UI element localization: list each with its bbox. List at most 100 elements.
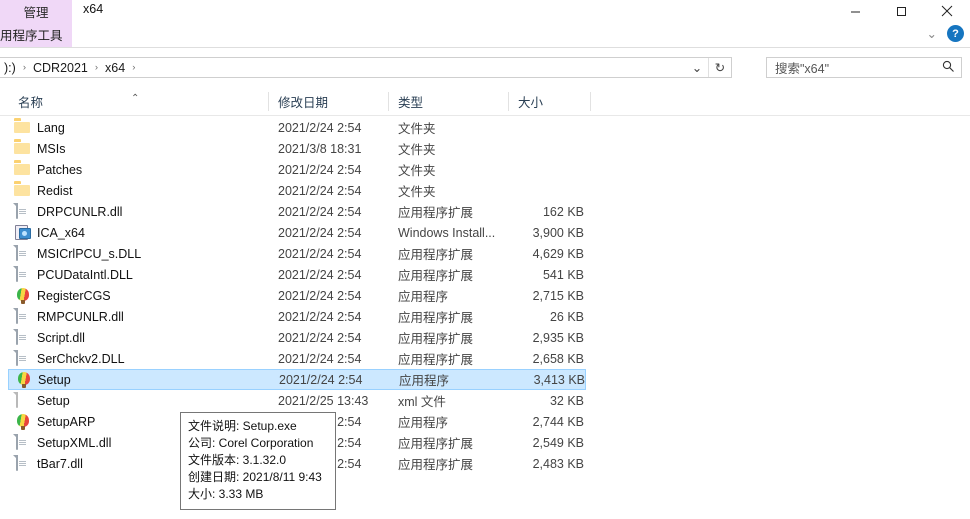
file-icon-wrap <box>14 141 30 157</box>
address-history-dropdown-icon[interactable]: ⌄ <box>686 58 708 77</box>
file-name: Redist <box>37 183 73 198</box>
file-size: 32 KB <box>549 393 584 408</box>
dll-file-icon <box>16 328 18 345</box>
file-icon-wrap <box>14 433 30 451</box>
contextual-tab-manage[interactable]: 管理 <box>0 0 72 22</box>
help-icon[interactable]: ? <box>947 25 964 42</box>
file-row[interactable]: Lang 2021/2/24 2:54 文件夹 <box>8 117 586 138</box>
search-icon <box>942 60 955 76</box>
dll-file-icon <box>16 202 18 219</box>
breadcrumb-separator-icon: › <box>94 62 99 73</box>
address-bar-buttons: ⌄ ↻ <box>686 58 731 77</box>
file-name: tBar7.dll <box>37 456 83 471</box>
file-date: 2021/2/24 2:54 <box>278 309 362 324</box>
file-date: 2021/2/24 2:54 <box>278 267 362 282</box>
file-date: 2021/2/24 2:54 <box>278 288 362 303</box>
file-row[interactable]: Setup 2021/2/24 2:54 应用程序 3,413 KB <box>8 369 586 390</box>
file-date: 2021/2/24 2:54 <box>278 351 362 366</box>
file-icon-wrap <box>14 120 30 136</box>
ribbon-right-controls: ⌄ ? <box>927 25 964 42</box>
breadcrumb-separator-icon[interactable]: › <box>130 62 137 73</box>
window-controls <box>832 0 970 22</box>
file-row[interactable]: ICA_x64 2021/2/24 2:54 Windows Install... 3… <box>8 222 586 243</box>
file-date: 2021/2/24 2:54 <box>278 330 362 345</box>
file-row[interactable]: Redist 2021/2/24 2:54 文件夹 <box>8 180 586 201</box>
file-size: 2,658 KB <box>532 351 584 366</box>
maximize-button[interactable] <box>878 0 924 22</box>
breadcrumb-item-x64[interactable]: x64 <box>100 61 130 75</box>
file-icon-wrap <box>15 371 31 388</box>
refresh-icon[interactable]: ↻ <box>709 58 731 77</box>
file-size: 2,744 KB <box>532 414 584 429</box>
contextual-subtab-label: 用程序工具 <box>0 29 63 43</box>
breadcrumb-separator-icon: › <box>22 62 26 73</box>
file-date: 2021/2/24 2:54 <box>279 372 363 387</box>
tooltip-line: 公司: Corel Corporation <box>188 436 314 450</box>
dll-file-icon <box>16 454 18 471</box>
file-name: RMPCUNLR.dll <box>37 309 124 324</box>
tooltip-line: 大小: 3.33 MB <box>188 487 264 501</box>
file-size: 3,413 KB <box>533 372 585 387</box>
address-bar[interactable]: ):) › CDR2021 › x64 › ⌄ ↻ <box>0 57 732 78</box>
breadcrumb-item-cdr2021[interactable]: CDR2021 <box>28 61 93 75</box>
file-size: 2,483 KB <box>532 456 584 471</box>
file-row[interactable]: MSIs 2021/3/8 18:31 文件夹 <box>8 138 586 159</box>
column-divider[interactable] <box>590 92 591 111</box>
dll-file-icon <box>16 265 18 282</box>
search-input[interactable]: 搜索"x64" <box>766 57 962 78</box>
file-date: 2021/2/24 2:54 <box>278 183 362 198</box>
file-row[interactable]: DRPCUNLR.dll 2021/2/24 2:54 应用程序扩展 162 KB <box>8 201 586 222</box>
column-header-row: 名称 ⌃ 修改日期 类型 大小 <box>0 88 970 115</box>
file-name: SetupXML.dll <box>37 435 112 450</box>
file-icon-wrap <box>14 287 30 304</box>
file-name: Lang <box>37 120 65 135</box>
minimize-button[interactable] <box>832 0 878 22</box>
column-header-size[interactable]: 大小 <box>508 88 590 115</box>
file-type: 文件夹 <box>398 122 436 136</box>
breadcrumb: ):) › CDR2021 › x64 › <box>0 58 137 77</box>
file-icon-wrap <box>14 202 30 220</box>
file-row[interactable]: RegisterCGS 2021/2/24 2:54 应用程序 2,715 KB <box>8 285 586 306</box>
file-row[interactable]: MSICrlPCU_s.DLL 2021/2/24 2:54 应用程序扩展 4,629… <box>8 243 586 264</box>
file-name: MSICrlPCU_s.DLL <box>37 246 142 261</box>
file-list: Lang 2021/2/24 2:54 文件夹 MSIs 2021/3/8 18:31 文… <box>0 117 970 519</box>
address-bar-row: ):) › CDR2021 › x64 › ⌄ ↻ 搜索"x64" <box>0 48 970 85</box>
file-size: 2,935 KB <box>532 330 584 345</box>
tooltip-line: 创建日期: 2021/8/11 9:43 <box>188 470 322 484</box>
header-divider <box>0 115 970 116</box>
xml-file-icon <box>16 391 18 408</box>
file-icon-wrap <box>14 328 30 346</box>
file-name: ICA_x64 <box>37 225 85 240</box>
file-date: 2021/2/24 2:54 <box>278 204 362 219</box>
file-type: 文件夹 <box>398 143 436 157</box>
window-title: x64 <box>83 2 104 16</box>
column-header-name-label: 名称 <box>18 96 44 110</box>
file-row[interactable]: Script.dll 2021/2/24 2:54 应用程序扩展 2,935 KB <box>8 327 586 348</box>
file-name: Setup <box>37 393 70 408</box>
dll-file-icon <box>16 349 18 366</box>
file-size: 3,900 KB <box>532 225 584 240</box>
explorer-window: 管理 x64 用程序工具 ⌄ ? ):) › CDR2021 › x64 › ⌄… <box>0 0 970 519</box>
column-header-type[interactable]: 类型 <box>388 88 508 115</box>
file-size: 2,715 KB <box>532 288 584 303</box>
file-row[interactable]: Setup 2021/2/25 13:43 xml 文件 32 KB <box>8 390 586 411</box>
file-row[interactable]: RMPCUNLR.dll 2021/2/24 2:54 应用程序扩展 26 KB <box>8 306 586 327</box>
file-row[interactable]: SerChckv2.DLL 2021/2/24 2:54 应用程序扩展 2,658 K… <box>8 348 586 369</box>
file-icon-wrap <box>14 224 31 241</box>
file-date: 2021/2/24 2:54 <box>278 120 362 135</box>
file-name: MSIs <box>37 141 66 156</box>
file-row[interactable]: Patches 2021/2/24 2:54 文件夹 <box>8 159 586 180</box>
tooltip-line: 文件版本: 3.1.32.0 <box>188 453 287 467</box>
close-button[interactable] <box>924 0 970 22</box>
file-name: PCUDataIntl.DLL <box>37 267 133 282</box>
contextual-subtab-app-tools[interactable]: 用程序工具 <box>0 22 72 47</box>
dll-file-icon <box>16 244 18 261</box>
file-icon-wrap <box>14 349 30 367</box>
breadcrumb-item-drive[interactable]: ):) <box>0 61 21 75</box>
file-row[interactable]: PCUDataIntl.DLL 2021/2/24 2:54 应用程序扩展 541 K… <box>8 264 586 285</box>
chevron-down-icon[interactable]: ⌄ <box>927 26 937 41</box>
column-header-date[interactable]: 修改日期 <box>268 88 388 115</box>
file-date: 2021/3/8 18:31 <box>278 141 362 156</box>
file-name: DRPCUNLR.dll <box>37 204 123 219</box>
file-icon-wrap <box>14 307 30 325</box>
